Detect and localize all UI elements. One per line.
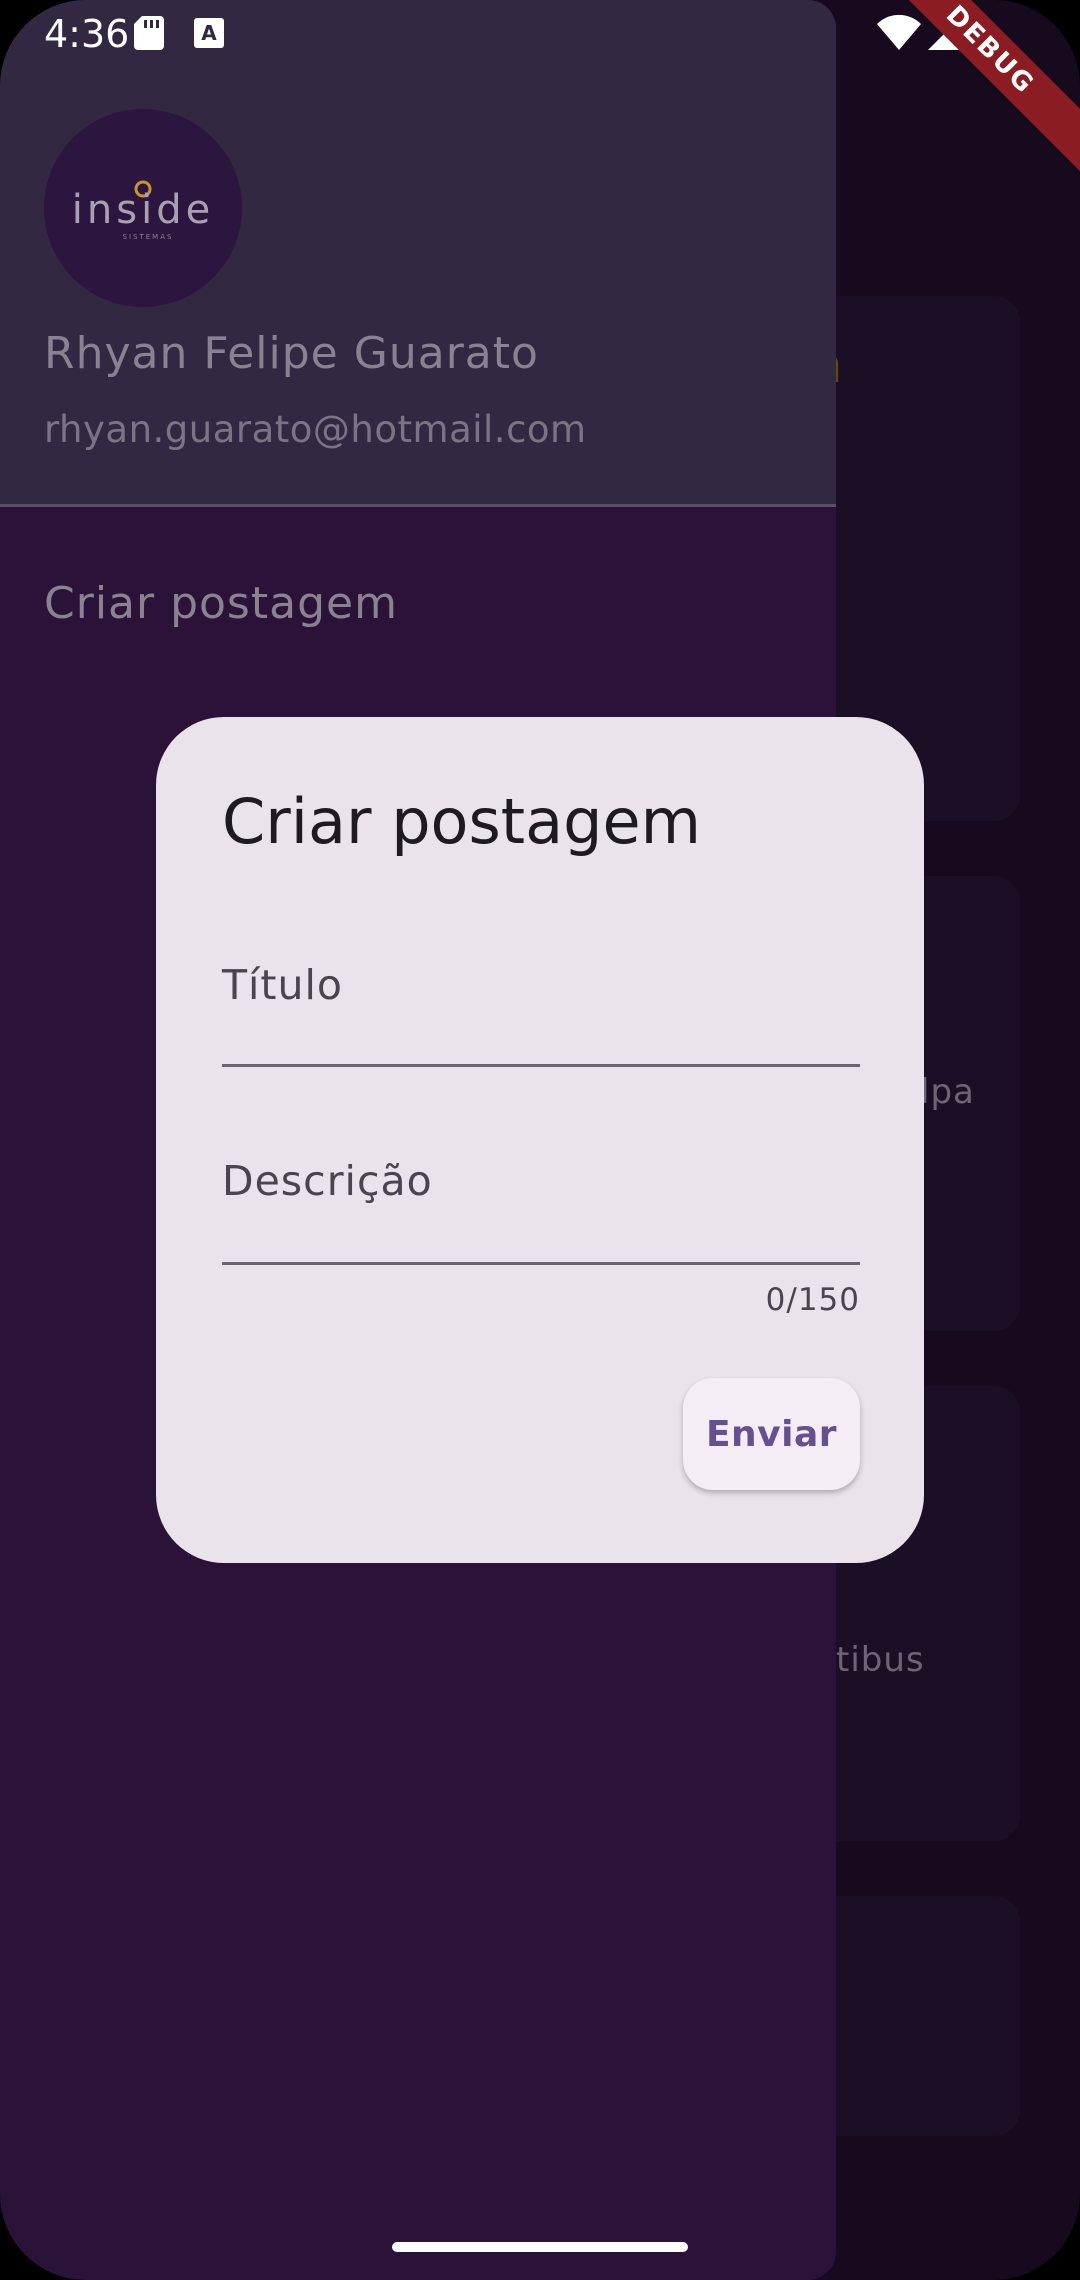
dialog-title: Criar postagem bbox=[222, 785, 701, 858]
logo-text: inside bbox=[72, 187, 214, 233]
send-button[interactable]: Enviar bbox=[683, 1378, 860, 1490]
title-field[interactable]: Título bbox=[222, 897, 860, 1067]
home-indicator[interactable] bbox=[392, 2242, 688, 2252]
svg-text:A: A bbox=[201, 21, 217, 45]
status-time: 4:36 bbox=[44, 12, 130, 56]
inside-logo-icon: inside SISTEMAS bbox=[72, 180, 214, 241]
user-name: Rhyan Felipe Guarato bbox=[44, 328, 539, 379]
character-counter: 0/150 bbox=[765, 1282, 860, 1318]
create-post-dialog: Criar postagem Título Descrição 0/150 En… bbox=[156, 717, 924, 1563]
text-a-icon: A bbox=[194, 18, 224, 48]
background-text-fragment: tibus bbox=[836, 1640, 925, 1680]
avatar: inside SISTEMAS bbox=[44, 109, 242, 307]
title-field-label: Título bbox=[222, 961, 343, 1009]
drawer-item-create-post[interactable]: Criar postagem bbox=[44, 578, 398, 629]
user-email: rhyan.guarato@hotmail.com bbox=[44, 408, 587, 451]
description-field-label: Descrição bbox=[222, 1157, 433, 1205]
drawer-header: inside SISTEMAS Rhyan Felipe Guarato rhy… bbox=[0, 0, 836, 507]
status-bar: 4:36 A DEBUG bbox=[0, 0, 1080, 172]
app-screen: m ad s lpa tibus inside SISTEMAS Rhyan F… bbox=[0, 0, 1080, 2280]
background-text-fragment: lpa bbox=[920, 1072, 975, 1112]
sd-card-icon bbox=[134, 16, 164, 50]
logo-subtext: SISTEMAS bbox=[123, 233, 174, 241]
wifi-icon bbox=[877, 14, 921, 50]
description-field[interactable]: Descrição bbox=[222, 1097, 860, 1265]
